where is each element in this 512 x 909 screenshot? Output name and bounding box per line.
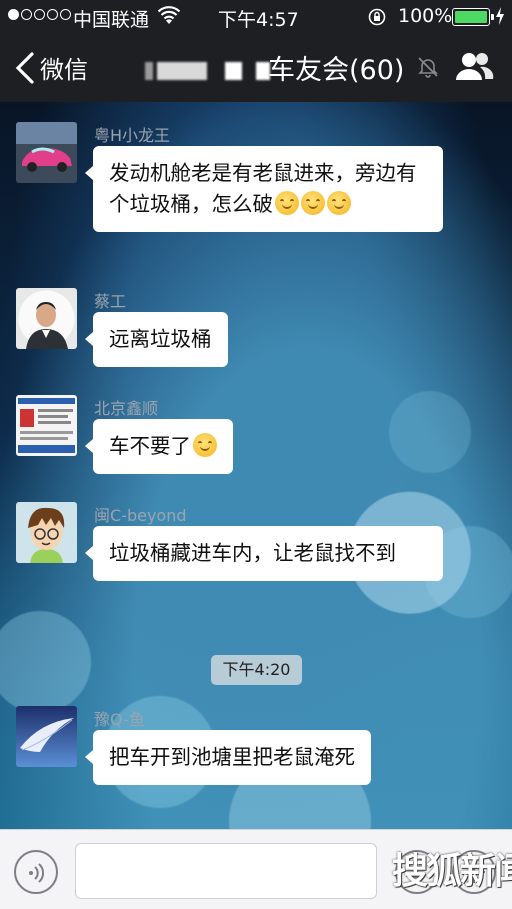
rotation-lock-icon [368,8,386,26]
back-label: 微信 [40,56,88,84]
message-text: 把车开到池塘里把老鼠淹死 [109,745,355,769]
message-text: 发动机舱老是有老鼠进来，旁边有个垃圾桶，怎么破 [109,161,417,216]
avatar-business-card[interactable] [16,395,77,456]
message-text: 垃圾桶藏进车内，让老鼠找不到 [109,541,396,565]
message-text: 车不要了 [109,434,191,458]
avatar-sports-car[interactable] [16,122,77,183]
message-text: 远离垃圾桶 [109,327,212,351]
sender-name: 蔡工 [94,292,127,311]
blurred-title-part [225,62,242,80]
voice-button[interactable] [14,850,58,894]
signal-strength-icon [8,9,71,20]
carrier-name: 中国联通 [73,9,150,31]
smile-emoji-icon [327,191,351,215]
chat-header: 微信 车友会(60) [0,32,512,102]
message-bubble[interactable]: 发动机舱老是有老鼠进来，旁边有个垃圾桶，怎么破 [85,146,443,232]
battery-icon [452,8,494,26]
group-members-icon[interactable] [454,50,494,82]
blurred-title-part [157,62,207,80]
wifi-icon [158,6,180,24]
blurred-title-part [145,62,153,80]
mute-bell-icon [418,57,438,78]
message-bubble[interactable]: 远离垃圾桶 [85,312,228,367]
smile-emoji-icon [301,191,325,215]
message-bubble[interactable]: 垃圾桶藏进车内，让老鼠找不到 [85,526,443,581]
avatar-man[interactable] [16,288,77,349]
message-bubble[interactable]: 车不要了 [85,419,233,474]
battery-percent: 100% [398,5,453,27]
avatar-feather[interactable] [16,706,77,767]
sender-name: 粤H小龙王 [94,126,171,145]
chat-title: 车友会(60) [268,55,405,86]
sender-name: 北京鑫顺 [94,399,159,418]
message-bubble[interactable]: 把车开到池塘里把老鼠淹死 [85,730,371,785]
watermark-logo: 搜狐新闻 [392,851,512,892]
avatar-cartoon-boy[interactable] [16,502,77,563]
message-input[interactable] [75,843,377,899]
chat-area[interactable]: 粤H小龙王 发动机舱老是有老鼠进来，旁边有个垃圾桶，怎么破 蔡工 远离垃圾桶 北… [0,102,512,829]
sender-name: 豫Q-鱼 [94,710,145,729]
sender-name: 闽C-beyond [94,506,187,525]
grin-emoji-icon [193,433,217,457]
back-button[interactable]: 微信 [14,50,88,85]
charging-icon [496,7,504,25]
status-time: 下午4:57 [218,9,299,31]
status-bar: 中国联通 下午4:57 100% [0,0,512,32]
back-chevron-icon [15,51,34,84]
time-divider: 下午4:20 [211,655,302,685]
voice-icon [29,863,45,883]
smile-emoji-icon [275,191,299,215]
